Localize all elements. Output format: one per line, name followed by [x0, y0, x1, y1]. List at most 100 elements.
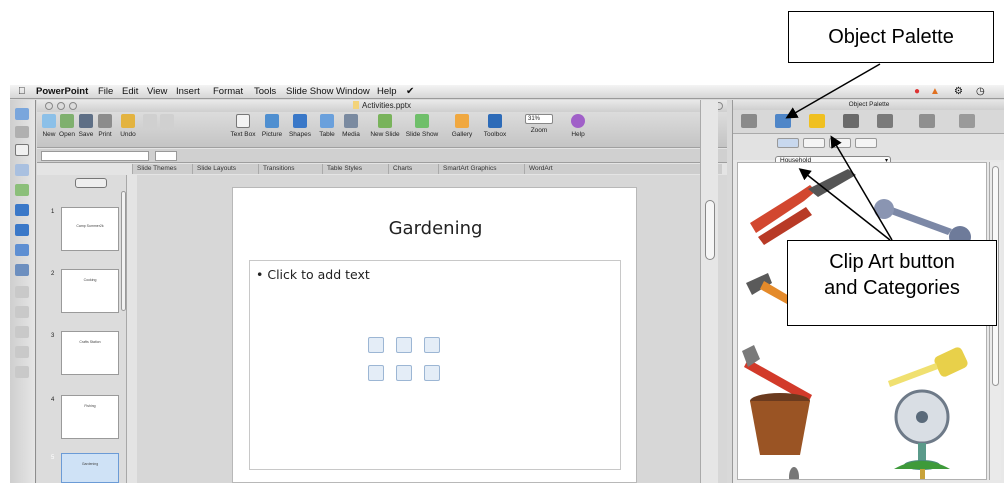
menu-tools[interactable]: Tools [254, 85, 276, 99]
scroll-thumb[interactable] [705, 200, 715, 260]
clip-art-button[interactable] [777, 138, 799, 148]
undo-button[interactable]: Undo [117, 114, 139, 138]
menu-view[interactable]: View [147, 85, 167, 99]
pliers-clip[interactable] [750, 169, 856, 245]
font-size-field[interactable] [155, 151, 177, 161]
script-menu-icon[interactable]: ✔ [406, 85, 414, 99]
tab-slide-layouts[interactable]: Slide Layouts [192, 164, 240, 174]
media-button[interactable]: Media [339, 114, 363, 138]
line-tool-icon[interactable] [15, 204, 29, 216]
zoom-field[interactable]: 31% [525, 114, 553, 124]
text-box-button[interactable]: Text Box [227, 114, 259, 138]
minimize-window-button[interactable] [57, 102, 65, 110]
insert-picture-icon[interactable] [368, 365, 384, 381]
tab-slide-themes[interactable]: Slide Themes [132, 164, 181, 174]
tab-wordart[interactable]: WordArt [524, 164, 557, 174]
slide-canvas[interactable]: Gardening • Click to add text [232, 187, 637, 483]
fill-tool-icon[interactable] [15, 244, 29, 256]
text-tool-icon[interactable] [15, 144, 29, 156]
more-icon[interactable] [15, 366, 29, 378]
format-painter-button[interactable] [159, 114, 175, 131]
insert-chart-icon[interactable] [396, 337, 412, 353]
slide-vertical-scrollbar[interactable] [700, 100, 718, 483]
tab-transitions[interactable]: Transitions [258, 164, 299, 174]
view-toggle[interactable] [75, 178, 107, 188]
library-tab-icon[interactable] [877, 114, 893, 128]
line-color-icon[interactable] [15, 264, 29, 276]
insert-movie-icon[interactable] [424, 365, 440, 381]
photos-tab-icon[interactable] [843, 114, 859, 128]
gear-icon[interactable]: ⚙ [954, 85, 963, 99]
open-folder-icon [60, 114, 74, 128]
help-button[interactable]: Help [567, 114, 589, 138]
slide-thumbnail[interactable]: Camp Summer2k [61, 207, 119, 251]
tab-smartart-graphics[interactable]: SmartArt Graphics [438, 164, 500, 174]
status-icon[interactable]: ▲ [930, 85, 940, 99]
print-button[interactable]: Print [96, 114, 114, 138]
tape-measure-clip[interactable] [888, 346, 969, 387]
dash-style-icon[interactable] [15, 326, 29, 338]
shadow-icon[interactable] [15, 346, 29, 358]
thumb-title: Fishing [84, 404, 96, 408]
content-placeholder[interactable]: • Click to add text [249, 260, 621, 470]
tool-icon[interactable] [15, 164, 29, 176]
open-button[interactable]: Open [58, 114, 76, 138]
menu-edit[interactable]: Edit [122, 85, 138, 99]
source-button[interactable] [855, 138, 877, 148]
gallery-icon [455, 114, 469, 128]
tab-charts[interactable]: Charts [388, 164, 416, 174]
shapes-tab-icon[interactable] [741, 114, 757, 128]
desk-lamp-clip[interactable] [894, 461, 950, 480]
shapes-button[interactable]: Shapes [286, 114, 314, 138]
redo-button[interactable] [142, 114, 158, 131]
insert-table-icon[interactable] [368, 337, 384, 353]
symbols-tab-icon[interactable] [809, 114, 825, 128]
tab-table-styles[interactable]: Table Styles [322, 164, 366, 174]
menu-insert[interactable]: Insert [176, 85, 200, 99]
source-button[interactable] [803, 138, 825, 148]
arrow-style-icon[interactable] [15, 306, 29, 318]
line-style-icon[interactable] [15, 286, 29, 298]
menu-window[interactable]: Window [336, 85, 370, 99]
app-menu[interactable]: PowerPoint [36, 85, 88, 99]
insert-smartart-icon[interactable] [424, 337, 440, 353]
tools-tab-icon[interactable] [919, 114, 935, 128]
slide-thumbnail[interactable]: Fishing [61, 395, 119, 439]
slide-thumbnail[interactable]: Crafts Station [61, 331, 119, 375]
clock-icon[interactable]: ◷ [976, 85, 985, 99]
electric-fan-clip[interactable] [894, 389, 950, 470]
font-name-field[interactable] [41, 151, 149, 161]
table-button[interactable]: Table [315, 114, 339, 138]
new-button[interactable]: New [41, 114, 57, 138]
microphone-clip[interactable] [789, 467, 799, 480]
zoom-window-button[interactable] [69, 102, 77, 110]
menu-bar:  PowerPoint File Edit View Insert Forma… [10, 85, 1004, 99]
apple-menu-icon[interactable]:  [18, 85, 26, 99]
slide-title[interactable]: Gardening [233, 218, 638, 239]
new-slide-button[interactable]: New Slide [367, 114, 403, 138]
close-window-button[interactable] [45, 102, 53, 110]
flower-pot-clip[interactable] [750, 393, 810, 455]
slide-thumbnail-selected[interactable]: Gardening [61, 453, 119, 483]
tool-icon[interactable] [15, 108, 29, 120]
menu-format[interactable]: Format [213, 85, 243, 99]
menu-file[interactable]: File [98, 85, 113, 99]
gallery-button[interactable]: Gallery [447, 114, 477, 138]
slide-thumbnail[interactable]: Cooking [61, 269, 119, 313]
clip-art-tab-icon[interactable] [775, 114, 791, 128]
zoom-control[interactable]: 31% Zoom [523, 114, 555, 134]
source-button[interactable] [829, 138, 851, 148]
tool-icon[interactable] [15, 126, 29, 138]
insert-clip-art-icon[interactable] [396, 365, 412, 381]
menu-help[interactable]: Help [377, 85, 397, 99]
picture-button[interactable]: Picture [259, 114, 285, 138]
slide-show-button[interactable]: Slide Show [405, 114, 439, 138]
toolbox-tab-icon[interactable] [959, 114, 975, 128]
picture-tool-icon[interactable] [15, 184, 29, 196]
menu-slide-show[interactable]: Slide Show [286, 85, 334, 99]
shape-tool-icon[interactable] [15, 224, 29, 236]
toolbox-button[interactable]: Toolbox [479, 114, 511, 138]
status-icon[interactable]: ● [914, 85, 920, 99]
save-button[interactable]: Save [77, 114, 95, 138]
thumbnail-scrollbar[interactable] [121, 191, 126, 311]
